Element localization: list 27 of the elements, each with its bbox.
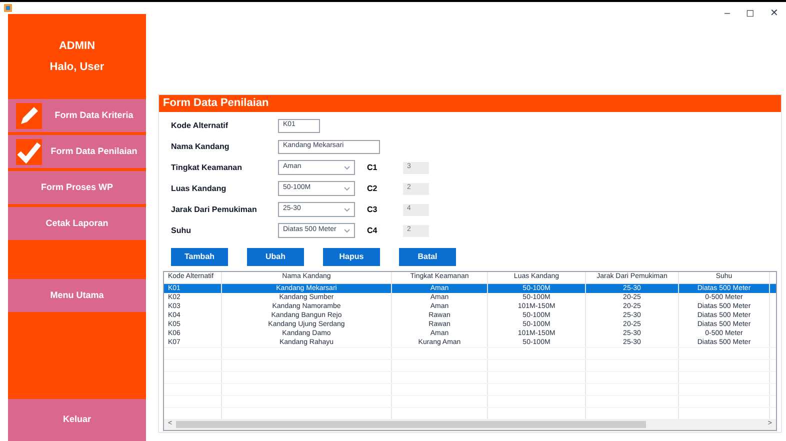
criteria-code: C4 xyxy=(367,224,378,236)
field-label: Suhu xyxy=(171,224,192,236)
window-control-button[interactable]: ✕ xyxy=(770,9,778,19)
criteria-code: C3 xyxy=(367,204,378,216)
form-title: Form Data Penilaian xyxy=(159,95,781,112)
field-label: Nama Kandang xyxy=(171,140,230,152)
field-label: Kode Alternatif xyxy=(171,120,230,132)
criteria-code: C1 xyxy=(367,162,378,174)
window-control-button[interactable]: ◻ xyxy=(746,9,754,19)
app-icon xyxy=(4,4,12,12)
criteria-code: C2 xyxy=(367,182,378,194)
pencil-icon xyxy=(16,102,42,128)
field-label: Tingkat Keamanan xyxy=(171,162,243,174)
chevron-down-icon xyxy=(344,228,350,232)
action-button[interactable]: Tambah xyxy=(171,248,228,266)
action-button[interactable]: Hapus xyxy=(323,248,380,266)
action-button[interactable]: Batal xyxy=(399,248,456,266)
greeting-text: Halo, User xyxy=(50,60,104,74)
field-label: Jarak Dari Pemukiman xyxy=(171,204,258,216)
checkmark-icon xyxy=(16,138,42,164)
sidebar-title: ADMIN xyxy=(58,39,96,54)
chevron-down-icon xyxy=(344,208,350,212)
chevron-down-icon xyxy=(344,166,350,170)
chevron-down-icon xyxy=(344,186,350,190)
action-button[interactable]: Ubah xyxy=(247,248,304,266)
field-label: Luas Kandang xyxy=(171,182,228,194)
window-control-button[interactable]: – xyxy=(724,9,730,19)
